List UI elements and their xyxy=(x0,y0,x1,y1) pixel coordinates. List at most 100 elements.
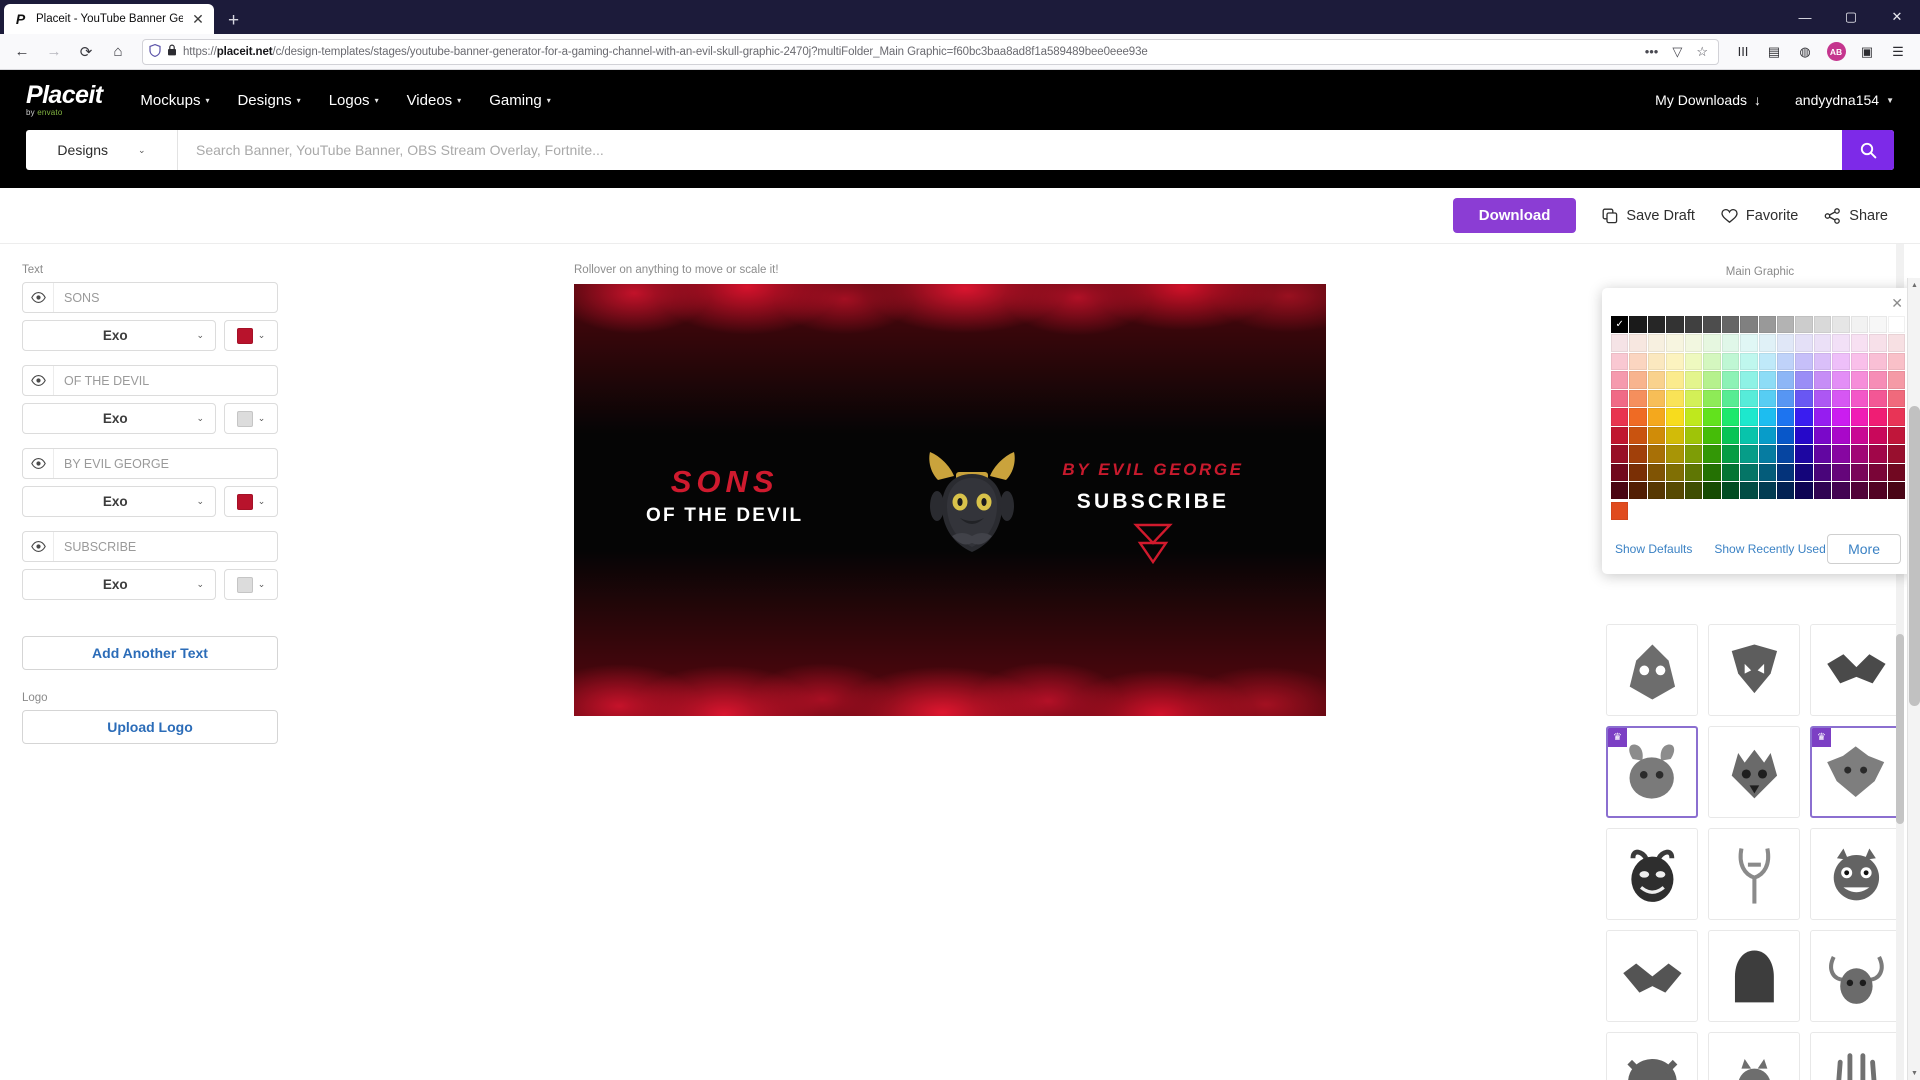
font-family-dropdown[interactable]: Exo ⌄ xyxy=(22,320,216,351)
color-swatch[interactable] xyxy=(1758,463,1776,481)
upload-logo-button[interactable]: Upload Logo xyxy=(22,710,278,744)
color-swatch[interactable] xyxy=(1740,445,1758,463)
graphic-thumbnail[interactable] xyxy=(1708,828,1800,920)
color-swatch[interactable] xyxy=(1703,426,1721,445)
color-swatch[interactable] xyxy=(1666,445,1684,463)
color-swatch[interactable] xyxy=(1813,316,1832,334)
page-scrollbar-track[interactable]: ▲ ▼ xyxy=(1907,278,1920,1080)
graphic-thumbnail[interactable] xyxy=(1810,1032,1902,1080)
color-swatch[interactable] xyxy=(1758,408,1776,426)
graphic-thumbnail[interactable] xyxy=(1606,624,1698,716)
color-swatch[interactable] xyxy=(1740,371,1758,389)
color-swatch[interactable] xyxy=(1869,481,1887,500)
download-button[interactable]: Download xyxy=(1452,198,1577,233)
graphic-thumbnail[interactable] xyxy=(1708,726,1800,818)
color-swatch[interactable] xyxy=(1869,352,1887,371)
color-swatch[interactable] xyxy=(1758,426,1776,445)
color-swatch[interactable] xyxy=(1795,316,1813,334)
color-swatch[interactable] xyxy=(1813,408,1832,426)
color-swatch[interactable] xyxy=(1758,316,1776,334)
url-bar[interactable]: https://placeit.net/c/design-templates/s… xyxy=(142,38,1719,65)
color-swatch[interactable] xyxy=(1703,316,1721,334)
color-swatch[interactable] xyxy=(1832,463,1850,481)
color-swatch[interactable] xyxy=(1758,352,1776,371)
library-icon[interactable]: III xyxy=(1728,38,1758,66)
color-swatch[interactable] xyxy=(1795,334,1813,352)
browser-tab[interactable]: P Placeit - YouTube Banner Gene ✕ xyxy=(4,4,214,34)
color-swatch[interactable] xyxy=(1740,316,1758,334)
color-swatch[interactable] xyxy=(1666,352,1684,371)
graphic-thumbnail[interactable] xyxy=(1810,624,1902,716)
nav-item-gaming[interactable]: Gaming ▾ xyxy=(489,92,551,109)
pocket-icon[interactable]: ▽ xyxy=(1668,44,1686,60)
nav-item-mockups[interactable]: Mockups ▾ xyxy=(140,92,209,109)
new-tab-icon[interactable]: + xyxy=(214,11,253,30)
color-swatch[interactable] xyxy=(1703,445,1721,463)
color-swatch[interactable] xyxy=(1795,445,1813,463)
close-icon[interactable]: ✕ xyxy=(190,12,206,26)
color-swatch[interactable] xyxy=(1721,316,1740,334)
color-swatch[interactable] xyxy=(1813,389,1832,408)
text-layer-input[interactable] xyxy=(54,449,277,478)
color-swatch[interactable] xyxy=(1740,352,1758,371)
color-swatch[interactable] xyxy=(1776,426,1795,445)
color-swatch[interactable] xyxy=(1758,445,1776,463)
favorite-button[interactable]: Favorite xyxy=(1721,208,1798,224)
more-colors-button[interactable]: More xyxy=(1827,533,1901,564)
color-swatch[interactable] xyxy=(1666,426,1684,445)
color-swatch[interactable] xyxy=(1776,389,1795,408)
color-swatch[interactable] xyxy=(1758,389,1776,408)
color-swatch[interactable] xyxy=(1721,481,1740,500)
my-downloads-button[interactable]: My Downloads ↓ xyxy=(1655,92,1761,108)
color-swatch[interactable] xyxy=(1795,481,1813,500)
color-swatch[interactable] xyxy=(1666,371,1684,389)
color-swatch[interactable] xyxy=(1647,389,1666,408)
color-swatch[interactable] xyxy=(1887,334,1905,352)
color-swatch[interactable] xyxy=(1869,426,1887,445)
menu-icon[interactable]: ☰ xyxy=(1883,38,1913,66)
color-swatch[interactable] xyxy=(1850,445,1869,463)
save-draft-button[interactable]: Save Draft xyxy=(1602,208,1695,224)
color-swatch[interactable] xyxy=(1684,316,1703,334)
nav-item-designs[interactable]: Designs ▾ xyxy=(237,92,300,109)
color-swatch[interactable] xyxy=(1740,481,1758,500)
color-swatch[interactable] xyxy=(1813,352,1832,371)
color-swatch[interactable] xyxy=(1611,445,1629,463)
color-swatch[interactable] xyxy=(1703,371,1721,389)
color-swatch[interactable] xyxy=(1684,408,1703,426)
color-swatch[interactable] xyxy=(1611,371,1629,389)
color-swatch[interactable] xyxy=(1850,426,1869,445)
graphic-thumbnail[interactable] xyxy=(1708,1032,1800,1080)
color-swatch[interactable] xyxy=(1629,426,1647,445)
color-swatch[interactable] xyxy=(1776,408,1795,426)
color-swatch[interactable] xyxy=(1850,481,1869,500)
font-family-dropdown[interactable]: Exo ⌄ xyxy=(22,486,216,517)
visibility-toggle[interactable] xyxy=(23,366,54,395)
visibility-toggle[interactable] xyxy=(23,532,54,561)
color-swatch[interactable] xyxy=(1832,408,1850,426)
graphic-thumbnail[interactable] xyxy=(1606,1032,1698,1080)
text-color-dropdown[interactable]: ⌄ xyxy=(224,320,278,351)
color-swatch[interactable] xyxy=(1869,316,1887,334)
color-swatch[interactable] xyxy=(1647,316,1666,334)
graphic-thumbnail[interactable] xyxy=(1810,828,1902,920)
page-actions-icon[interactable]: ••• xyxy=(1641,44,1663,59)
show-recently-used-link[interactable]: Show Recently Used xyxy=(1714,542,1825,556)
thumbnail-scrollbar-thumb[interactable] xyxy=(1896,634,1904,824)
color-swatch[interactable] xyxy=(1629,389,1647,408)
graphic-thumbnail-selected[interactable]: ♛ xyxy=(1810,726,1902,818)
font-family-dropdown[interactable]: Exo ⌄ xyxy=(22,403,216,434)
color-swatch[interactable] xyxy=(1887,316,1905,334)
color-swatch[interactable] xyxy=(1776,352,1795,371)
search-category-dropdown[interactable]: Designs ⌄ xyxy=(26,130,178,170)
color-swatch[interactable] xyxy=(1832,389,1850,408)
text-layer-input[interactable] xyxy=(54,532,277,561)
color-swatch[interactable] xyxy=(1721,408,1740,426)
color-swatch[interactable] xyxy=(1721,352,1740,371)
color-swatch[interactable] xyxy=(1684,352,1703,371)
nav-item-videos[interactable]: Videos ▾ xyxy=(407,92,462,109)
color-swatch[interactable] xyxy=(1684,426,1703,445)
color-swatch[interactable] xyxy=(1740,463,1758,481)
graphic-thumbnail[interactable] xyxy=(1708,930,1800,1022)
color-swatch[interactable] xyxy=(1850,463,1869,481)
